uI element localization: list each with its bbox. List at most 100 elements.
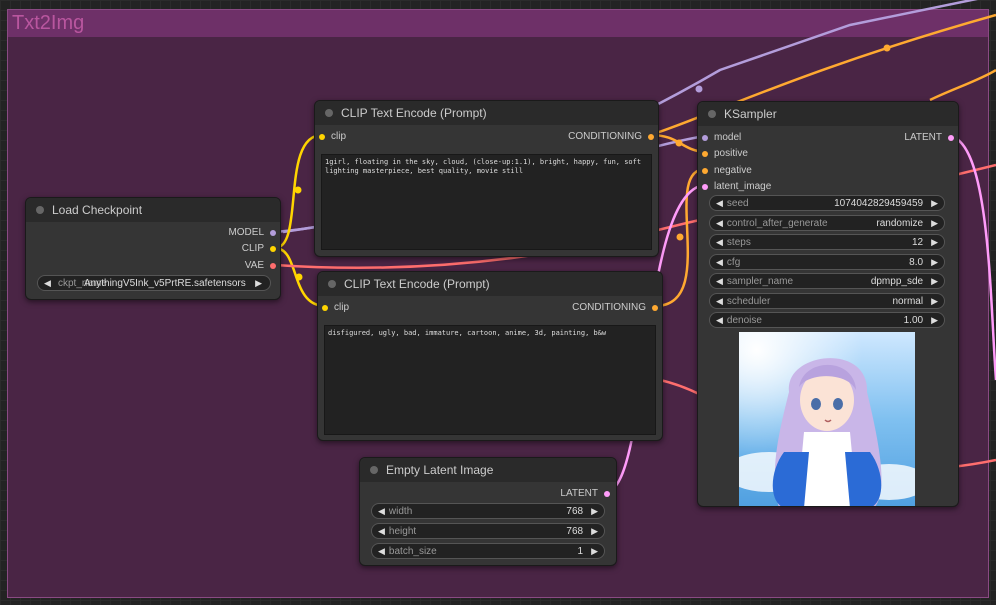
collapse-dot-icon[interactable] [36,206,44,214]
increment-arrow-icon[interactable]: ▶ [931,276,938,287]
widget-value: 8.0 [909,256,924,268]
clip-text-encode-negative-node[interactable]: CLIP Text Encode (Prompt) clip CONDITION… [317,271,663,441]
decrement-arrow-icon[interactable]: ◀ [716,257,723,268]
clip-slot-dot[interactable] [319,133,325,140]
decrement-arrow-icon[interactable]: ◀ [378,526,385,537]
decrement-arrow-icon[interactable]: ◀ [716,237,723,248]
clip-neg-title: CLIP Text Encode (Prompt) [344,277,490,291]
ckpt-name-value: AnythingV5Ink_v5PrtRE.safetensors [84,277,246,289]
decrement-arrow-icon[interactable]: ◀ [716,296,723,307]
widget-label: cfg [726,256,741,268]
conditioning-midpoint-3 [883,44,891,52]
denoise-widget[interactable]: ◀ denoise 1.00 ▶ [709,312,945,328]
input-label: negative [714,165,752,176]
output-label: LATENT [904,132,942,143]
clip-pos-output-label: CONDITIONING [568,131,642,142]
latent-slot-dot[interactable] [604,490,610,497]
left-arrow-icon[interactable]: ◀ [44,278,51,289]
clip-slot-dot[interactable] [270,245,276,252]
widget-label: control_after_generate [726,217,828,229]
decrement-arrow-icon[interactable]: ◀ [716,198,723,209]
ksampler-input-negative[interactable]: negative [702,165,752,176]
input-label: latent_image [714,181,772,192]
model-slot-dot[interactable] [270,229,276,236]
clip-pos-output-conditioning[interactable]: CONDITIONING [568,131,654,142]
conditioning-slot-dot[interactable] [702,167,708,174]
input-label: positive [714,148,748,159]
conditioning-slot-dot[interactable] [648,133,654,140]
clip-neg-output-conditioning[interactable]: CONDITIONING [572,302,658,313]
clip-pos-title: CLIP Text Encode (Prompt) [341,106,487,120]
cfg-widget[interactable]: ◀ cfg 8.0 ▶ [709,254,945,270]
scheduler-widget[interactable]: ◀ scheduler normal ▶ [709,293,945,309]
increment-arrow-icon[interactable]: ▶ [931,296,938,307]
empty-latent-image-node[interactable]: Empty Latent Image LATENT ◀ width 768 ▶ … [359,457,617,566]
output-clip[interactable]: CLIP [242,243,276,254]
clip-pos-input-label: clip [331,131,347,142]
positive-prompt-textarea[interactable]: 1girl, floating in the sky, cloud, (clos… [321,154,652,250]
load-checkpoint-node[interactable]: Load Checkpoint MODEL CLIP VAE ◀ ckpt_na… [25,197,281,300]
clip-neg-header[interactable]: CLIP Text Encode (Prompt) [318,272,662,296]
decrement-arrow-icon[interactable]: ◀ [378,546,385,557]
decrement-arrow-icon[interactable]: ◀ [716,276,723,287]
vae-slot-dot[interactable] [270,262,276,269]
output-model[interactable]: MODEL [228,227,276,238]
seed-widget[interactable]: ◀ seed 1074042829459459 ▶ [709,195,945,211]
decrement-arrow-icon[interactable]: ◀ [716,315,723,326]
input-label: model [714,132,742,143]
clip-text-encode-positive-node[interactable]: CLIP Text Encode (Prompt) clip CONDITION… [314,100,659,257]
decrement-arrow-icon[interactable]: ◀ [716,218,723,229]
increment-arrow-icon[interactable]: ▶ [591,546,598,557]
increment-arrow-icon[interactable]: ▶ [591,506,598,517]
decrement-arrow-icon[interactable]: ◀ [378,506,385,517]
collapse-dot-icon[interactable] [708,110,716,118]
clip-wire-midpoint [294,186,302,194]
empty-latent-output-label: LATENT [560,488,598,499]
ksampler-header[interactable]: KSampler [698,102,958,126]
clip-slot-dot[interactable] [322,304,328,311]
right-arrow-icon[interactable]: ▶ [255,278,262,289]
output-vae[interactable]: VAE [245,260,276,271]
increment-arrow-icon[interactable]: ▶ [931,218,938,229]
widget-label: width [388,505,413,517]
collapse-dot-icon[interactable] [328,280,336,288]
widget-label: denoise [726,314,762,326]
sampler-name-widget[interactable]: ◀ sampler_name dpmpp_sde ▶ [709,273,945,289]
ksampler-input-latent-image[interactable]: latent_image [702,181,771,192]
ksampler-output-latent[interactable]: LATENT [904,132,954,143]
load-ckpt-header[interactable]: Load Checkpoint [26,198,280,222]
increment-arrow-icon[interactable]: ▶ [931,315,938,326]
empty-latent-header[interactable]: Empty Latent Image [360,458,616,482]
height-widget[interactable]: ◀ height 768 ▶ [371,523,605,539]
ksampler-node[interactable]: KSampler model positive negative latent_… [697,101,959,507]
increment-arrow-icon[interactable]: ▶ [591,526,598,537]
clip-pos-input-clip[interactable]: clip [319,131,346,142]
negative-prompt-textarea[interactable]: disfigured, ugly, bad, immature, cartoon… [324,325,656,435]
model-slot-dot[interactable] [702,134,708,141]
ckpt-name-combo[interactable]: ◀ ckpt_name AnythingV5Ink_v5PrtRE.safete… [37,275,271,291]
increment-arrow-icon[interactable]: ▶ [931,237,938,248]
width-widget[interactable]: ◀ width 768 ▶ [371,503,605,519]
increment-arrow-icon[interactable]: ▶ [931,198,938,209]
collapse-dot-icon[interactable] [370,466,378,474]
steps-widget[interactable]: ◀ steps 12 ▶ [709,234,945,250]
conditioning-slot-dot[interactable] [702,150,708,157]
latent-slot-dot[interactable] [702,183,708,190]
clip-pos-header[interactable]: CLIP Text Encode (Prompt) [315,101,658,125]
widget-label: sampler_name [726,275,794,287]
latent-slot-dot[interactable] [948,134,954,141]
widget-value: normal [892,295,924,307]
ksampler-title: KSampler [724,107,777,121]
batch-size-widget[interactable]: ◀ batch_size 1 ▶ [371,543,605,559]
generated-image-preview[interactable] [739,332,915,507]
ksampler-input-positive[interactable]: positive [702,148,748,159]
increment-arrow-icon[interactable]: ▶ [931,257,938,268]
control-after-generate-widget[interactable]: ◀ control_after_generate randomize ▶ [709,215,945,231]
collapse-dot-icon[interactable] [325,109,333,117]
empty-latent-title: Empty Latent Image [386,463,494,477]
empty-latent-output[interactable]: LATENT [560,488,610,499]
ksampler-input-model[interactable]: model [702,132,741,143]
conditioning-slot-dot[interactable] [652,304,658,311]
clip-neg-input-clip[interactable]: clip [322,302,349,313]
widget-label: seed [726,197,749,209]
